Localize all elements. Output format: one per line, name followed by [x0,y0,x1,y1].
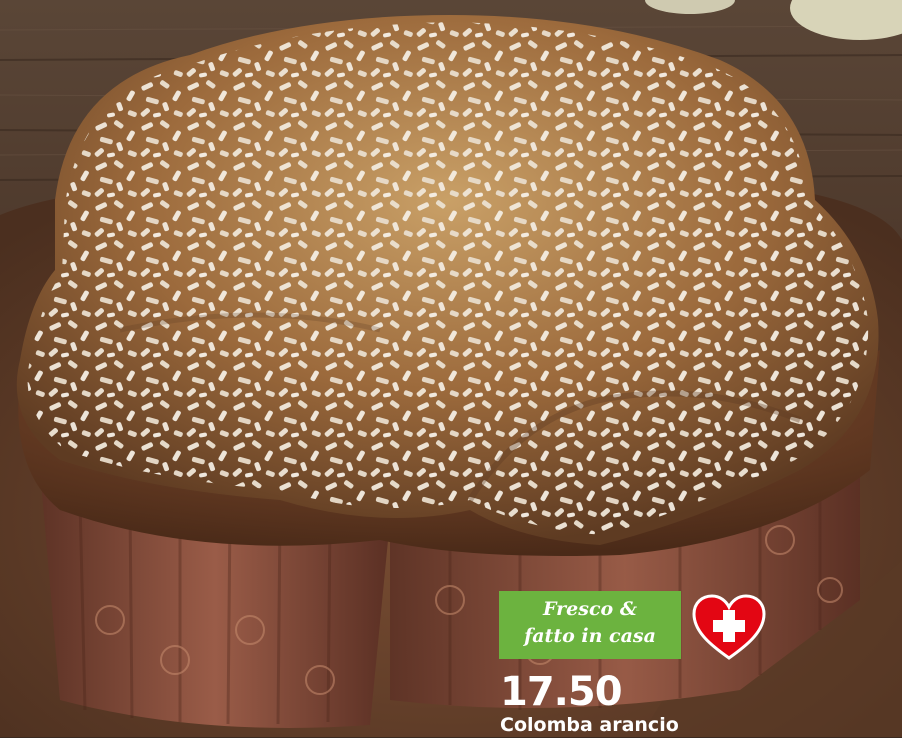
product-photo [0,0,902,737]
swiss-cross-heart-icon [692,594,766,660]
badge-line-2: fatto in casa [524,625,656,647]
fresh-homemade-badge: Fresco & fatto in casa [499,591,681,659]
badge-line-1: Fresco & [543,598,637,620]
product-name: Colomba arancio [500,714,679,736]
price: 17.50 [500,669,623,715]
